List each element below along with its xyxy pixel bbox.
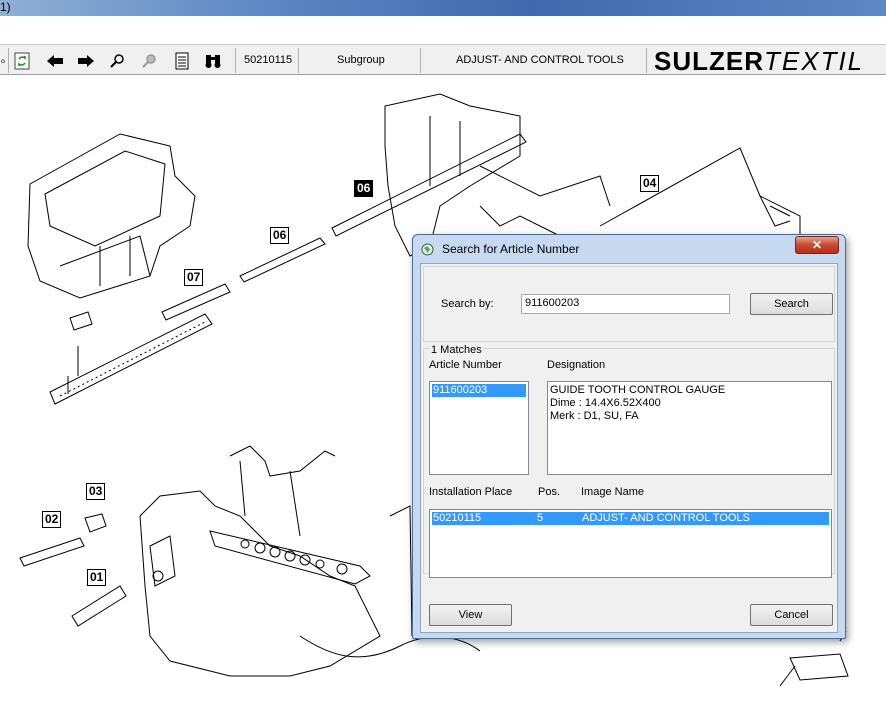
app-globe-icon: [421, 243, 434, 256]
back-arrow-icon[interactable]: [44, 50, 66, 72]
toolbar-separator: [8, 48, 9, 73]
zoom-icon[interactable]: [107, 50, 129, 72]
view-button[interactable]: View: [429, 604, 512, 626]
callout-01[interactable]: 01: [87, 569, 107, 586]
designation-line: Merk : D1, SU, FA: [550, 410, 639, 422]
installation-list[interactable]: 50210115 5 ADJUST- AND CONTROL TOOLS: [429, 509, 832, 578]
toolbar-separator: [420, 48, 421, 73]
article-number-list[interactable]: 911600203: [429, 381, 529, 475]
zoom-disabled-icon[interactable]: [139, 50, 161, 72]
app-title-fragment: 1): [0, 0, 11, 14]
callout-06-highlighted[interactable]: 06: [354, 180, 374, 197]
group-name-field: ADJUST- AND CONTROL TOOLS: [456, 54, 624, 66]
cancel-button[interactable]: Cancel: [750, 604, 833, 626]
part-number-field: 50210115: [244, 54, 293, 66]
list-item[interactable]: 911600203: [432, 384, 526, 397]
image-name-header: Image Name: [581, 486, 644, 498]
designation-line: Dime : 14.4X6.52X400: [550, 397, 661, 409]
refresh-icon[interactable]: [11, 50, 33, 72]
designation-line: GUIDE TOOTH CONTROL GAUGE: [550, 384, 726, 396]
callout-06[interactable]: 06: [270, 227, 290, 244]
callout-04[interactable]: 04: [640, 175, 660, 192]
toolbar-separator: [298, 48, 299, 73]
image-name-cell: ADJUST- AND CONTROL TOOLS: [582, 512, 750, 524]
search-article-dialog: Search for Article Number ✕ Search by: 9…: [412, 234, 846, 639]
level-field: Subgroup: [337, 54, 385, 66]
forward-arrow-icon[interactable]: [75, 50, 97, 72]
matches-label: 1 Matches: [430, 344, 483, 356]
close-button[interactable]: ✕: [795, 236, 839, 254]
binoculars-icon[interactable]: [202, 50, 224, 72]
callout-02[interactable]: 02: [42, 511, 62, 528]
close-icon: ✕: [811, 238, 823, 252]
app-title-bar: 1): [0, 0, 886, 16]
callout-07[interactable]: 07: [184, 269, 204, 286]
designation-header: Designation: [547, 359, 606, 371]
table-row[interactable]: 50210115 5 ADJUST- AND CONTROL TOOLS: [432, 512, 829, 525]
callout-03[interactable]: 03: [86, 483, 106, 500]
toolbar-separator: [235, 48, 236, 73]
designation-box[interactable]: GUIDE TOOTH CONTROL GAUGE Dime : 14.4X6.…: [547, 381, 832, 475]
list-icon[interactable]: [171, 50, 193, 72]
dialog-title: Search for Article Number: [442, 242, 580, 256]
installation-place-header: Installation Place: [429, 486, 513, 498]
search-by-label: Search by:: [441, 298, 494, 310]
pos-header: Pos.: [538, 486, 561, 498]
search-button[interactable]: Search: [750, 293, 833, 315]
brand-logo: SULZERTEXTIL: [654, 46, 865, 74]
article-number-header: Article Number: [429, 359, 502, 371]
app-menu-area: [0, 16, 886, 44]
install-place-cell: 50210115: [433, 512, 482, 524]
toolbar-separator: [646, 48, 647, 73]
dialog-title-bar[interactable]: Search for Article Number ✕: [413, 235, 845, 263]
pos-cell: 5: [537, 512, 544, 524]
dialog-body: Search by: 911600203 Search 1 Matches Ar…: [420, 263, 838, 633]
search-input[interactable]: 911600203: [521, 294, 730, 314]
